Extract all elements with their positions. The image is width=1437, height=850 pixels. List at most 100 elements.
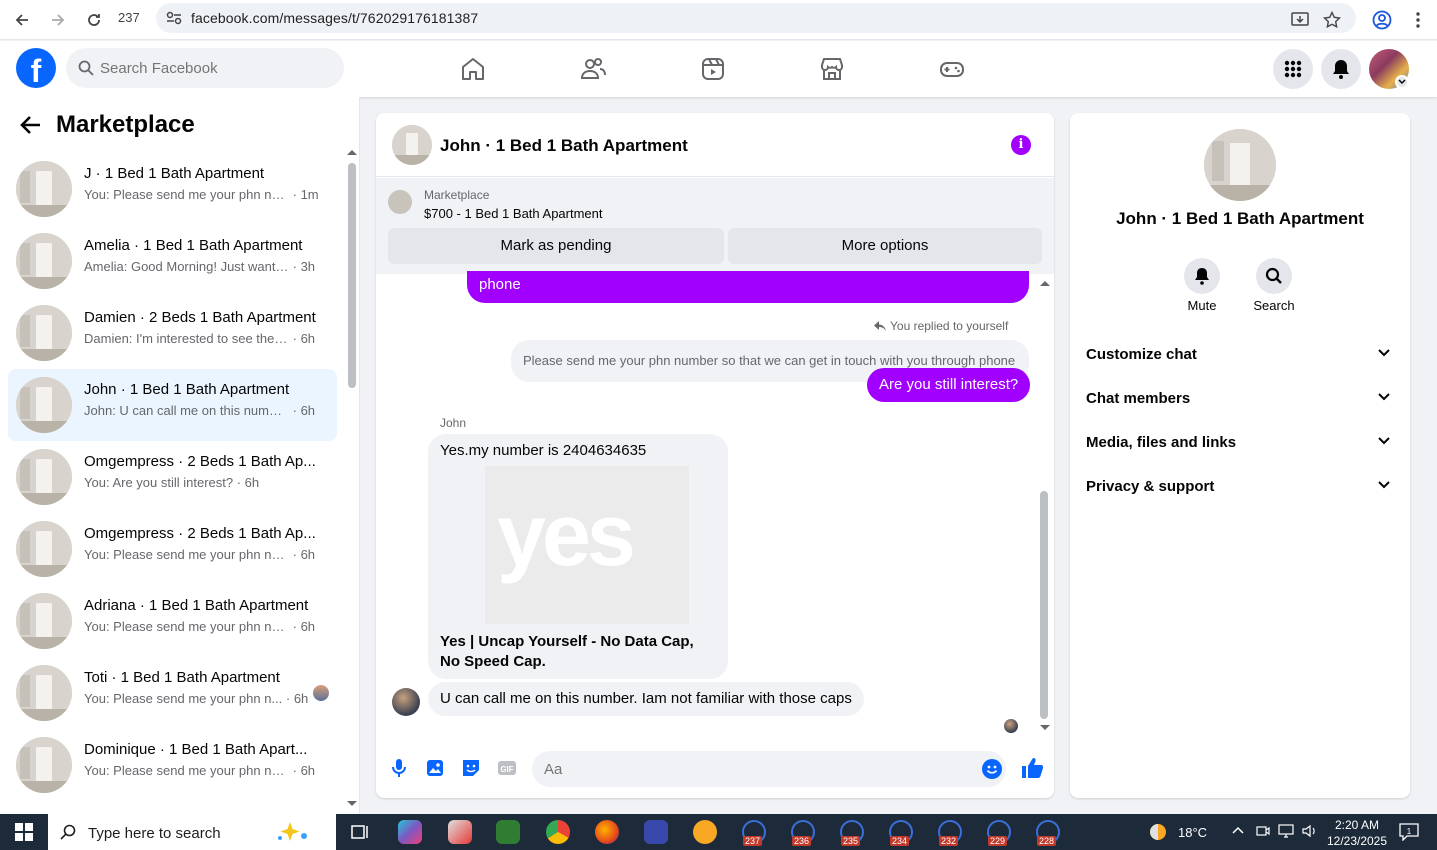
- scroll-up-icon[interactable]: [347, 149, 357, 155]
- ixbrowser-app-icon[interactable]: [693, 820, 717, 844]
- conversation-name: J · 1 Bed 1 Bath Apartment: [84, 165, 265, 182]
- clock[interactable]: 2:20 AM 12/23/2025: [1326, 817, 1388, 849]
- listing-title[interactable]: $700 - 1 Bed 1 Bath Apartment: [424, 206, 603, 221]
- paint-app-icon[interactable]: [448, 820, 472, 844]
- preview-text: You: Please send me your phn n...: [84, 691, 283, 706]
- menu-grid-icon[interactable]: [1273, 49, 1313, 89]
- outgoing-message[interactable]: phone: [467, 271, 1029, 303]
- video-icon[interactable]: [699, 55, 727, 83]
- message-composer: GIF: [376, 745, 1054, 798]
- preview-text: You: Please send me your phn num...: [84, 763, 289, 778]
- chat-title[interactable]: John · 1 Bed 1 Bath Apartment: [440, 136, 688, 156]
- scrollbar[interactable]: [348, 163, 356, 388]
- brave-app-icon[interactable]: [644, 820, 668, 844]
- notification-center-icon[interactable]: 1: [1399, 823, 1419, 841]
- like-thumb-icon[interactable]: [1020, 756, 1044, 778]
- search-input[interactable]: [100, 48, 330, 88]
- account-caret-icon[interactable]: [1395, 75, 1409, 89]
- sticker-icon[interactable]: [460, 757, 482, 779]
- microphone-icon[interactable]: [388, 757, 410, 779]
- volume-icon[interactable]: [1302, 824, 1318, 838]
- conversation-name: Omgempress · 2 Beds 1 Bath Ap...: [84, 525, 316, 542]
- scroll-up-icon[interactable]: [1040, 280, 1050, 286]
- chat-scrollbar[interactable]: [1040, 491, 1048, 719]
- conversation-item[interactable]: John · 1 Bed 1 Bath Apartment John: U can…: [8, 369, 337, 441]
- facebook-logo-icon[interactable]: f: [16, 48, 56, 88]
- gaming-icon[interactable]: [938, 55, 966, 83]
- search-in-chat-button[interactable]: Search: [1244, 258, 1304, 313]
- install-app-icon[interactable]: [1286, 6, 1314, 34]
- conversation-item[interactable]: Dominique · 1 Bed 1 Bath Apart... You: Pl…: [8, 729, 337, 801]
- back-icon[interactable]: [8, 6, 36, 34]
- weather-icon[interactable]: [1146, 822, 1168, 842]
- conversation-item[interactable]: Omgempress · 2 Beds 1 Bath Ap... You: Are…: [8, 441, 337, 513]
- incoming-message[interactable]: U can call me on this number. Iam not fa…: [428, 682, 864, 716]
- facebook-header: f: [0, 41, 1437, 97]
- message-input[interactable]: [532, 751, 1006, 787]
- url-text: facebook.com/messages/t/762029176181387: [191, 10, 479, 26]
- facebook-search[interactable]: [66, 48, 344, 88]
- back-arrow-icon[interactable]: [20, 115, 42, 135]
- outgoing-message[interactable]: Are you still interest?: [867, 368, 1031, 402]
- listing-mini-thumbnail[interactable]: [388, 190, 412, 214]
- emoji-icon[interactable]: [982, 759, 1002, 779]
- conversation-item[interactable]: Amelia · 1 Bed 1 Bath Apartment Amelia: G…: [8, 225, 337, 297]
- profile-badge: 228: [1037, 836, 1057, 846]
- mark-pending-button[interactable]: Mark as pending: [388, 228, 724, 264]
- incoming-link-card[interactable]: Yes.my number is 2404634635 yes Yes | Un…: [428, 434, 728, 679]
- conversation-item[interactable]: Toti · 1 Bed 1 Bath Apartment You: Please…: [8, 657, 337, 729]
- search-icon[interactable]: [1256, 258, 1292, 294]
- privacy-support-section[interactable]: Privacy & support: [1086, 469, 1394, 505]
- home-icon[interactable]: [459, 55, 487, 83]
- chrome-app-icon[interactable]: [546, 820, 570, 844]
- preview-text: Amelia: Good Morning! Just wante...: [84, 259, 289, 274]
- forward-icon[interactable]: [44, 6, 72, 34]
- copilot-app-icon[interactable]: [398, 820, 422, 844]
- photo-icon[interactable]: [424, 757, 446, 779]
- windows-start-icon[interactable]: [0, 814, 48, 850]
- info-icon[interactable]: i: [1011, 135, 1031, 155]
- profile-badge: 236: [792, 836, 812, 846]
- sender-avatar[interactable]: [392, 688, 420, 716]
- gif-icon[interactable]: GIF: [496, 757, 518, 779]
- task-view-icon[interactable]: [348, 820, 372, 844]
- taskbar-search[interactable]: Type here to search: [48, 814, 336, 850]
- mute-button[interactable]: Mute: [1172, 258, 1232, 313]
- more-options-button[interactable]: More options: [728, 228, 1042, 264]
- listing-thumbnail[interactable]: [392, 125, 432, 165]
- chat-members-section[interactable]: Chat members: [1086, 381, 1394, 417]
- conversation-item[interactable]: Damien · 2 Beds 1 Bath Apartment Damien: …: [8, 297, 337, 369]
- clock-time: 2:20 AM: [1334, 818, 1380, 832]
- link-preview-title[interactable]: Yes | Uncap Yourself - No Data Cap, No S…: [440, 632, 716, 672]
- preview-text: You: Please send me your phn nu...: [84, 187, 289, 202]
- menu-kebab-icon[interactable]: [1404, 6, 1432, 34]
- customize-chat-section[interactable]: Customize chat: [1086, 337, 1394, 373]
- firefox-app-icon[interactable]: [595, 820, 619, 844]
- marketplace-icon[interactable]: [818, 55, 846, 83]
- scroll-down-icon[interactable]: [1040, 725, 1050, 731]
- listing-avatar[interactable]: [1204, 129, 1276, 201]
- meet-icon[interactable]: [1256, 824, 1270, 838]
- friends-icon[interactable]: [579, 55, 607, 83]
- notifications-bell-icon[interactable]: [1321, 49, 1361, 89]
- conversation-item[interactable]: J · 1 Bed 1 Bath Apartment You: Please se…: [8, 153, 337, 225]
- conversation-thumbnail: [16, 593, 72, 649]
- link-preview-image[interactable]: yes: [485, 466, 689, 624]
- chevron-up-icon[interactable]: [1232, 826, 1244, 834]
- preview-text: Damien: I'm interested to see the a...: [84, 331, 289, 346]
- scroll-down-icon[interactable]: [347, 801, 357, 807]
- preview-time: · 6h: [292, 763, 316, 778]
- media-files-links-section[interactable]: Media, files and links: [1086, 425, 1394, 461]
- network-icon[interactable]: [1278, 824, 1294, 838]
- address-bar[interactable]: facebook.com/messages/t/762029176181387: [156, 3, 1356, 33]
- chat-header: John · 1 Bed 1 Bath Apartment i: [376, 113, 1054, 177]
- reload-icon[interactable]: [80, 6, 108, 34]
- spreadsheet-app-icon[interactable]: [496, 820, 520, 844]
- search-icon: [78, 60, 94, 76]
- conversation-item[interactable]: Adriana · 1 Bed 1 Bath Apartment You: Ple…: [8, 585, 337, 657]
- bell-icon[interactable]: [1184, 258, 1220, 294]
- profile-icon[interactable]: [1368, 6, 1396, 34]
- bookmark-star-icon[interactable]: [1318, 6, 1346, 34]
- site-info-icon[interactable]: [166, 11, 182, 25]
- conversation-item[interactable]: Omgempress · 2 Beds 1 Bath Ap... You: Ple…: [8, 513, 337, 585]
